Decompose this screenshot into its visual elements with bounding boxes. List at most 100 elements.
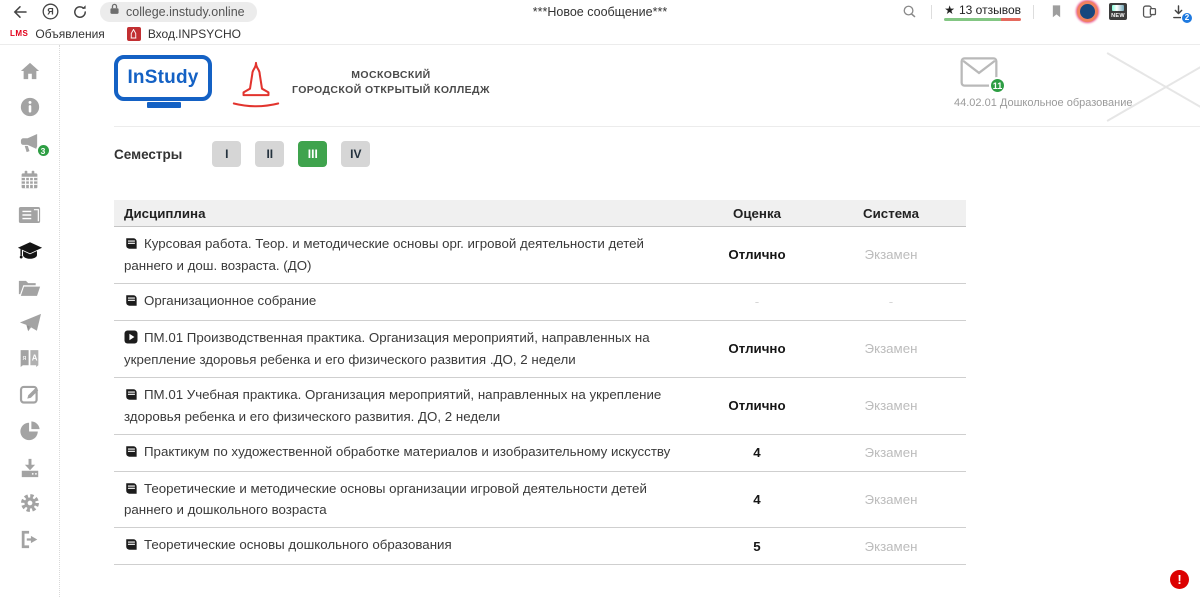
svg-text:A: A xyxy=(32,353,38,362)
sidebar-item-announcements[interactable]: 3 xyxy=(17,131,43,155)
system-value: - xyxy=(816,294,966,309)
bookmark-flag-icon[interactable] xyxy=(1046,2,1066,22)
reload-icon[interactable] xyxy=(70,2,90,22)
sidebar-item-calendar[interactable] xyxy=(17,167,43,191)
discipline-cell: Организационное собрание xyxy=(114,284,698,320)
alert-icon[interactable]: ! xyxy=(1170,570,1189,589)
close-icon[interactable] xyxy=(1106,53,1200,123)
instudy-logo-text: InStudy xyxy=(127,67,198,89)
table-header-row: Дисциплина Оценка Система xyxy=(114,200,966,227)
alert-symbol: ! xyxy=(1177,572,1181,587)
sidebar: 3 яA xyxy=(0,45,60,597)
system-value: Экзамен xyxy=(816,492,966,507)
grades-table: Дисциплина Оценка Система Курсовая работ… xyxy=(114,200,966,565)
downloads-button[interactable]: 2 xyxy=(1171,4,1186,20)
college-logo-icon xyxy=(230,61,282,109)
reviews-count: 13 отзывов xyxy=(959,3,1021,17)
grade-value: - xyxy=(698,294,816,309)
discipline-cell: Курсовая работа. Теор. и методические ос… xyxy=(114,227,698,283)
bookmark-inpsycho[interactable]: Вход.INPSYCHO xyxy=(127,27,241,41)
sidebar-item-home[interactable] xyxy=(17,59,43,83)
sidebar-item-logout[interactable] xyxy=(17,527,43,551)
grade-value: 4 xyxy=(698,445,816,460)
yandex-services-button[interactable]: Я xyxy=(40,2,60,22)
table-row[interactable]: Курсовая работа. Теор. и методические ос… xyxy=(114,227,966,284)
discipline-name: Практикум по художественной обработке ма… xyxy=(144,444,670,459)
reviews-rating-bar xyxy=(944,18,1021,21)
grade-value: 4 xyxy=(698,492,816,507)
discipline-cell: ПМ.01 Учебная практика. Организация меро… xyxy=(114,378,698,434)
sidebar-item-compose[interactable] xyxy=(17,383,43,407)
system-value: Экзамен xyxy=(816,398,966,413)
system-value: Экзамен xyxy=(816,341,966,356)
find-in-page-icon[interactable] xyxy=(899,2,919,22)
table-row[interactable]: Организационное собрание -- xyxy=(114,284,966,321)
book-icon xyxy=(124,293,138,313)
book-icon xyxy=(124,444,138,464)
sidebar-item-info[interactable] xyxy=(17,95,43,119)
sidebar-item-grades[interactable] xyxy=(17,239,43,263)
semester-tab-III[interactable]: III xyxy=(298,141,327,167)
extension-new-icon[interactable]: NEW xyxy=(1109,3,1127,20)
book-icon xyxy=(124,387,138,407)
bookmark-lms-announcements[interactable]: LMS Объявления xyxy=(10,27,105,41)
app-area: 3 яA xyxy=(0,45,1200,597)
system-value: Экзамен xyxy=(816,445,966,460)
column-header-system: Система xyxy=(816,206,966,221)
table-row[interactable]: Теоретические и методические основы орга… xyxy=(114,472,966,529)
collections-icon[interactable] xyxy=(1139,2,1159,22)
sidebar-item-downloads[interactable] xyxy=(17,455,43,479)
mail-button[interactable]: 11 xyxy=(960,57,998,87)
back-button[interactable] xyxy=(10,2,30,22)
bookmarks-bar: LMS Объявления Вход.INPSYCHO xyxy=(0,23,1200,45)
semester-tab-II[interactable]: II xyxy=(255,141,284,167)
grade-value: Отлично xyxy=(698,341,816,356)
bookmark-label: Вход.INPSYCHO xyxy=(148,27,241,41)
extension-circle-icon[interactable] xyxy=(1080,4,1095,19)
new-badge: NEW xyxy=(1111,13,1125,21)
discipline-name: Организационное собрание xyxy=(144,293,316,308)
book-icon xyxy=(124,481,138,501)
divider xyxy=(1033,5,1034,19)
discipline-name: Курсовая работа. Теор. и методические ос… xyxy=(124,236,644,273)
semester-tab-IV[interactable]: IV xyxy=(341,141,370,167)
address-bar[interactable]: college.instudy.online xyxy=(100,2,257,22)
main-content: InStudy МОСКОВСКИЙ ГОРОДСКОЙ ОТКРЫТЫЙ КО… xyxy=(60,45,1200,597)
discipline-cell: ПМ.01 Производственная практика. Организ… xyxy=(114,321,698,377)
practice-icon xyxy=(124,330,138,350)
discipline-name: Теоретические и методические основы орга… xyxy=(124,481,647,518)
sidebar-item-settings[interactable] xyxy=(17,491,43,515)
grade-value: 5 xyxy=(698,539,816,554)
sidebar-item-schedule[interactable] xyxy=(17,203,43,227)
table-row[interactable]: Теоретические основы дошкольного образов… xyxy=(114,528,966,565)
table-row[interactable]: ПМ.01 Учебная практика. Организация меро… xyxy=(114,378,966,435)
grade-value: Отлично xyxy=(698,247,816,262)
semesters-label: Семестры xyxy=(114,147,182,162)
divider xyxy=(931,5,932,19)
discipline-name: Теоретические основы дошкольного образов… xyxy=(144,537,452,552)
sidebar-item-messages[interactable] xyxy=(17,311,43,335)
table-row[interactable]: Практикум по художественной обработке ма… xyxy=(114,435,966,472)
semester-tab-I[interactable]: I xyxy=(212,141,241,167)
instudy-logo: InStudy xyxy=(114,55,214,108)
column-header-grade: Оценка xyxy=(698,206,816,221)
grades-table-body: Курсовая работа. Теор. и методические ос… xyxy=(114,227,966,565)
reviews-widget[interactable]: ★ 13 отзывов xyxy=(944,3,1021,21)
lock-icon xyxy=(108,2,121,21)
mail-badge: 11 xyxy=(989,77,1006,94)
semester-buttons: IIIIIIIV xyxy=(212,141,370,167)
column-header-discipline: Дисциплина xyxy=(114,206,698,221)
book-icon xyxy=(124,236,138,256)
lms-favicon: LMS xyxy=(10,29,28,38)
sidebar-item-statistics[interactable] xyxy=(17,419,43,443)
sidebar-item-translate[interactable]: яA xyxy=(17,347,43,371)
star-icon: ★ xyxy=(944,4,955,16)
svg-text:Я: Я xyxy=(47,7,53,17)
sidebar-item-files[interactable] xyxy=(17,275,43,299)
logo-stand xyxy=(147,102,181,108)
college-name: МОСКОВСКИЙ ГОРОДСКОЙ ОТКРЫТЫЙ КОЛЛЕДЖ xyxy=(292,69,490,96)
system-value: Экзамен xyxy=(816,247,966,262)
url-text: college.instudy.online xyxy=(126,5,245,19)
table-row[interactable]: ПМ.01 Производственная практика. Организ… xyxy=(114,321,966,378)
discipline-cell: Теоретические основы дошкольного образов… xyxy=(114,528,698,564)
